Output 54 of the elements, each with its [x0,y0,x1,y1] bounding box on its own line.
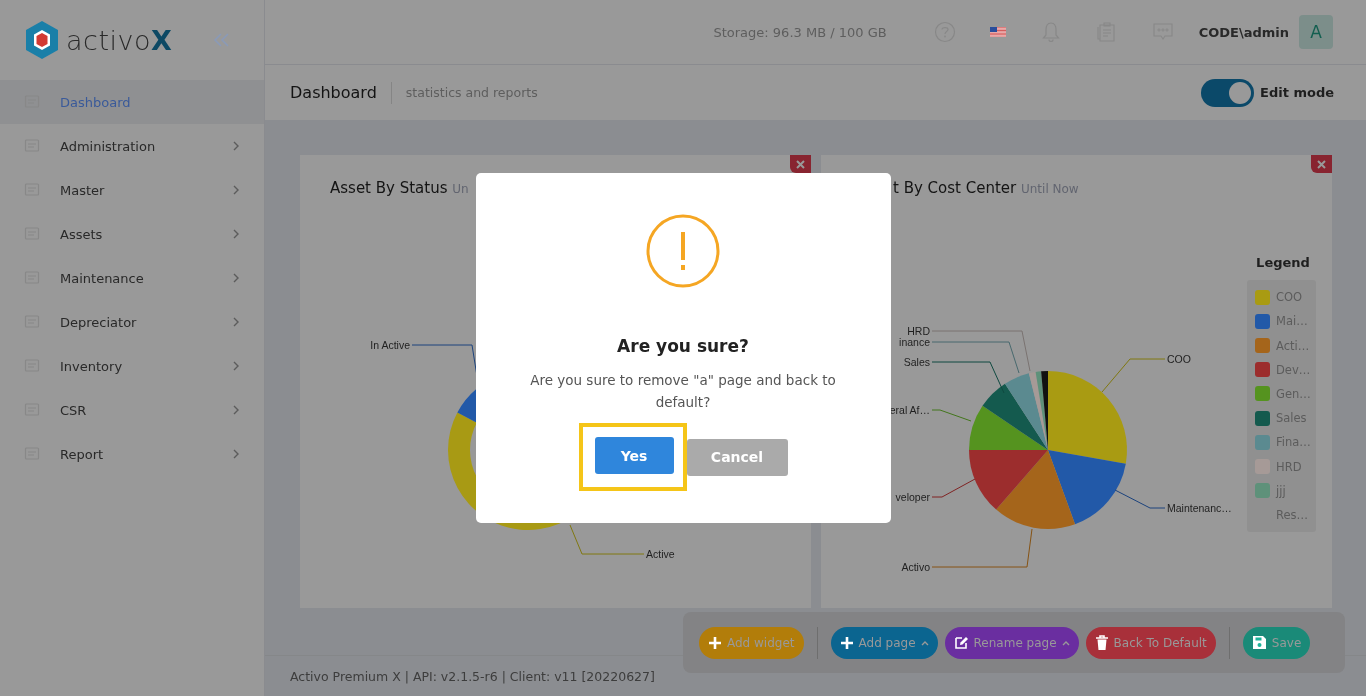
save-icon [1251,635,1267,650]
user-name[interactable]: CODE\admin [1198,24,1289,40]
leader-line [931,478,976,498]
sidebar-item[interactable]: Depreciator [0,300,264,344]
chart-label: Activo [901,561,930,573]
double-chevron-icon[interactable] [212,32,230,48]
sidebar-item[interactable]: Assets [0,212,264,256]
hexagon-logo-icon [24,20,60,60]
dialog-message: Are you sure to remove "a" page and back to default? [529,371,837,412]
sidebar-item[interactable]: Report [0,432,264,476]
close-button[interactable] [790,155,811,173]
plus-icon [708,635,722,650]
warning-icon [646,214,720,288]
page-title: Dashboard [290,83,377,102]
leader-line [931,409,972,422]
yes-button[interactable]: Yes [594,437,674,474]
chart-label: eral Af… [889,404,930,416]
sidebar-item[interactable]: Dashboard [0,80,264,124]
chart-label: HRD [907,325,930,337]
pencil-icon [953,635,969,650]
page-subtitle: statistics and reports [390,81,538,104]
sidebar-item[interactable]: Master [0,168,264,212]
plus-icon [839,635,854,650]
trash-icon [1094,634,1109,651]
legend-title: Legend [1255,255,1311,270]
logo-text: activoX [66,24,173,56]
sidebar-item[interactable]: Inventory [0,344,264,388]
close-button[interactable] [1311,155,1332,173]
toolbar-button[interactable]: Add page [830,626,938,659]
chart-label: In Active [370,339,410,351]
sidebar-item[interactable]: Maintenance [0,256,264,300]
leader-line [1101,358,1166,393]
edit-mode-label: Edit mode [1260,85,1334,100]
chart-label: Sales [903,356,930,368]
avatar[interactable]: A [1299,15,1333,49]
storage-text: Storage: 96.3 MB / 100 GB [713,24,887,40]
flag-icon[interactable] [989,24,1006,40]
close-icon [796,159,805,169]
chart-label: inance [899,336,930,348]
chart-label: Active [646,548,675,560]
close-icon [1317,159,1326,169]
chart-label: Maintenanc… [1167,502,1232,514]
cancel-button[interactable]: Cancel [686,438,788,476]
chart-label: COO [1167,353,1191,365]
toolbar-button[interactable]: Back To Default [1085,626,1216,659]
edit-mode-toggle[interactable] [1201,78,1254,107]
toolbar-button[interactable]: Save [1242,626,1311,659]
sidebar-item[interactable]: CSR [0,388,264,432]
leader-line [1114,489,1166,509]
sidebar-item[interactable]: Administration [0,124,264,168]
toolbar-button[interactable]: Add widget [699,626,804,659]
chart-label: veloper [895,491,930,503]
toolbar-button[interactable]: Rename page [944,626,1079,659]
dialog-title: Are you sure? [617,336,749,356]
